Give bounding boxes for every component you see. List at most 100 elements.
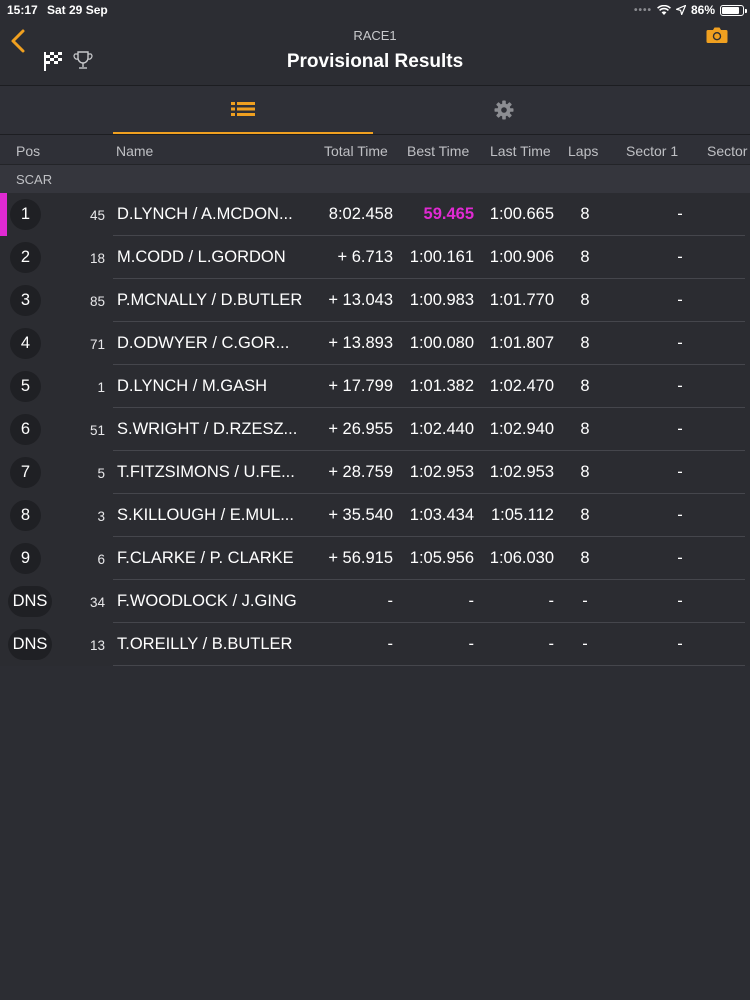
class-group-header: SCAR [0,165,750,193]
sector-1: - [677,549,683,567]
last-time: 1:00.906 [489,248,554,266]
battery-icon [720,4,747,16]
total-time: + 28.759 [328,463,393,481]
car-number: 45 [89,208,105,223]
table-row[interactable]: 2 18 M.CODD / L.GORDON + 6.713 1:00.161 1:00.… [0,236,750,279]
col-sector-1[interactable]: Sector 1 [626,143,678,159]
laps: 8 [580,506,590,524]
table-row[interactable]: 4 71 D.ODWYER / C.GOR... + 13.893 1:00.080 1:… [0,322,750,365]
last-time: 1:02.953 [489,463,554,481]
col-name[interactable]: Name [116,143,153,159]
table-row[interactable]: 8 3 S.KILLOUGH / E.MUL... + 35.540 1:03.434 1… [0,494,750,537]
laps: 8 [580,377,590,395]
car-number: 13 [89,638,105,653]
status-bar: 15:17 Sat 29 Sep •••• 86% [0,0,750,20]
total-time: 8:02.458 [328,205,393,223]
best-time: - [468,592,475,610]
table-row[interactable]: 1 45 D.LYNCH / A.MCDON... 8:02.458 59.465 1:0… [0,193,750,236]
col-total-time[interactable]: Total Time [324,143,388,159]
laps: 8 [580,248,590,266]
empty-area [0,666,750,1000]
tab-results-list[interactable] [113,86,373,134]
sector-1: - [677,291,683,309]
table-row[interactable]: DNS 34 F.WOODLOCK / J.GING - - - - - [0,580,750,623]
driver-names: D.LYNCH / A.MCDON... [117,205,293,223]
last-time: 1:02.940 [489,420,554,438]
best-time: 1:00.983 [409,291,474,309]
best-time: 1:00.161 [409,248,474,266]
last-time: 1:01.807 [489,334,554,352]
car-number: 85 [89,294,105,309]
car-number: 1 [97,380,105,395]
tab-settings[interactable] [373,86,635,134]
car-number: 51 [89,423,105,438]
page-title: Provisional Results [286,51,464,72]
position-badge: DNS [8,629,52,660]
best-time: 59.465 [423,205,474,223]
table-header: Pos Name Total Time Best Time Last Time … [0,135,750,165]
driver-names: S.KILLOUGH / E.MUL... [117,506,294,524]
position-badge: 9 [10,543,41,574]
table-row[interactable]: 5 1 D.LYNCH / M.GASH + 17.799 1:01.382 1:02.4… [0,365,750,408]
laps: - [582,635,588,653]
table-row[interactable]: 7 5 T.FITZSIMONS / U.FE... + 28.759 1:02.953… [0,451,750,494]
laps: - [582,592,588,610]
last-time: 1:00.665 [489,205,554,223]
sector-1: - [677,420,683,438]
last-time: 1:05.112 [490,506,554,524]
total-time: + 13.893 [328,334,393,352]
total-time: - [387,592,394,610]
laps: 8 [580,205,590,223]
col-best-time[interactable]: Best Time [407,143,469,159]
best-time: - [468,635,475,653]
battery-percent: 86% [690,3,715,17]
sector-1: - [677,377,683,395]
total-time: + 13.043 [328,291,393,309]
total-time: - [387,635,394,653]
car-number: 5 [97,466,105,481]
driver-names: F.WOODLOCK / J.GING [117,592,297,610]
sector-1: - [677,506,683,524]
best-time: 1:02.953 [409,463,474,481]
last-time: 1:06.030 [489,549,554,567]
laps: 8 [580,334,590,352]
driver-names: D.LYNCH / M.GASH [117,377,268,395]
status-date: Sat 29 Sep [47,3,108,17]
table-row[interactable]: 3 85 P.MCNALLY / D.BUTLER + 13.043 1:00.983 1… [0,279,750,322]
laps: 8 [580,291,590,309]
camera-icon[interactable] [706,26,728,44]
best-time: 1:03.434 [409,506,474,524]
col-sector-2[interactable]: Sector [707,143,747,159]
total-time: + 17.799 [328,377,393,395]
total-time: + 26.955 [328,420,393,438]
sector-1: - [677,635,683,653]
best-time: 1:00.080 [409,334,474,352]
position-badge: 3 [10,285,41,316]
sector-1: - [677,334,683,352]
laps: 8 [580,420,590,438]
wifi-icon [657,4,671,15]
table-row[interactable]: 9 6 F.CLARKE / P. CLARKE + 56.915 1:05.956 1:… [0,537,750,580]
table-row[interactable]: DNS 13 T.OREILLY / B.BUTLER - - - - - [0,623,750,666]
last-time: - [548,592,555,610]
tab-bar [0,86,750,135]
col-last-time[interactable]: Last Time [490,143,551,159]
leader-indicator [0,193,7,236]
gear-icon [494,100,514,120]
table-row[interactable]: 6 51 S.WRIGHT / D.RZESZ... + 26.955 1:02.440… [0,408,750,451]
driver-names: T.FITZSIMONS / U.FE... [117,463,295,481]
col-pos[interactable]: Pos [16,143,40,159]
nav-bar: RACE1 Provisional Results [0,20,750,86]
driver-names: S.WRIGHT / D.RZESZ... [117,420,298,438]
car-number: 34 [89,595,105,610]
driver-names: T.OREILLY / B.BUTLER [117,635,293,653]
col-laps[interactable]: Laps [568,143,598,159]
status-right: •••• 86% [634,3,747,17]
car-number: 18 [89,251,105,266]
position-badge: 1 [10,199,41,230]
best-time: 1:02.440 [409,420,474,438]
position-badge: 8 [10,500,41,531]
driver-names: F.CLARKE / P. CLARKE [117,549,294,567]
car-number: 71 [89,337,105,352]
driver-names: M.CODD / L.GORDON [117,248,286,266]
